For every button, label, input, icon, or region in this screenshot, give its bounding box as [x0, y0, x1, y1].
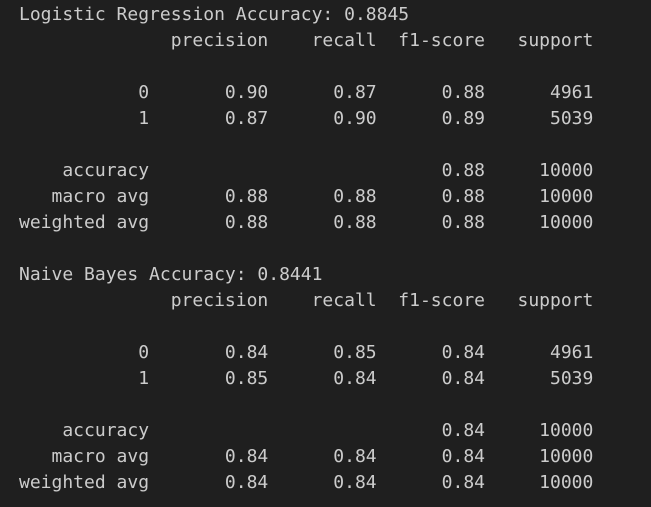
naive-bayes-accuracy-line: Naive Bayes Accuracy: 0.8441 — [19, 264, 323, 285]
logreg-row-accuracy: accuracy 0.88 10000 — [19, 160, 594, 181]
logreg-row-macro-avg: macro avg 0.88 0.88 0.88 10000 — [19, 186, 594, 207]
naive-bayes-row-accuracy: accuracy 0.84 10000 — [19, 420, 594, 441]
naive-bayes-row-macro-avg: macro avg 0.84 0.84 0.84 10000 — [19, 446, 594, 467]
logreg-row-class-0: 0 0.90 0.87 0.88 4961 — [19, 82, 594, 103]
notebook-output: Logistic Regression Accuracy: 0.8845 pre… — [0, 0, 651, 507]
naive-bayes-row-class-0: 0 0.84 0.85 0.84 4961 — [19, 342, 594, 363]
naive-bayes-row-class-1: 1 0.85 0.84 0.84 5039 — [19, 368, 594, 389]
logreg-accuracy-line: Logistic Regression Accuracy: 0.8845 — [19, 4, 410, 25]
logreg-row-class-1: 1 0.87 0.90 0.89 5039 — [19, 108, 594, 129]
logreg-row-weighted-avg: weighted avg 0.88 0.88 0.88 10000 — [19, 212, 594, 233]
logreg-report-header: precision recall f1-score support — [19, 30, 594, 51]
naive-bayes-report-header: precision recall f1-score support — [19, 290, 594, 311]
naive-bayes-row-weighted-avg: weighted avg 0.84 0.84 0.84 10000 — [19, 472, 594, 493]
